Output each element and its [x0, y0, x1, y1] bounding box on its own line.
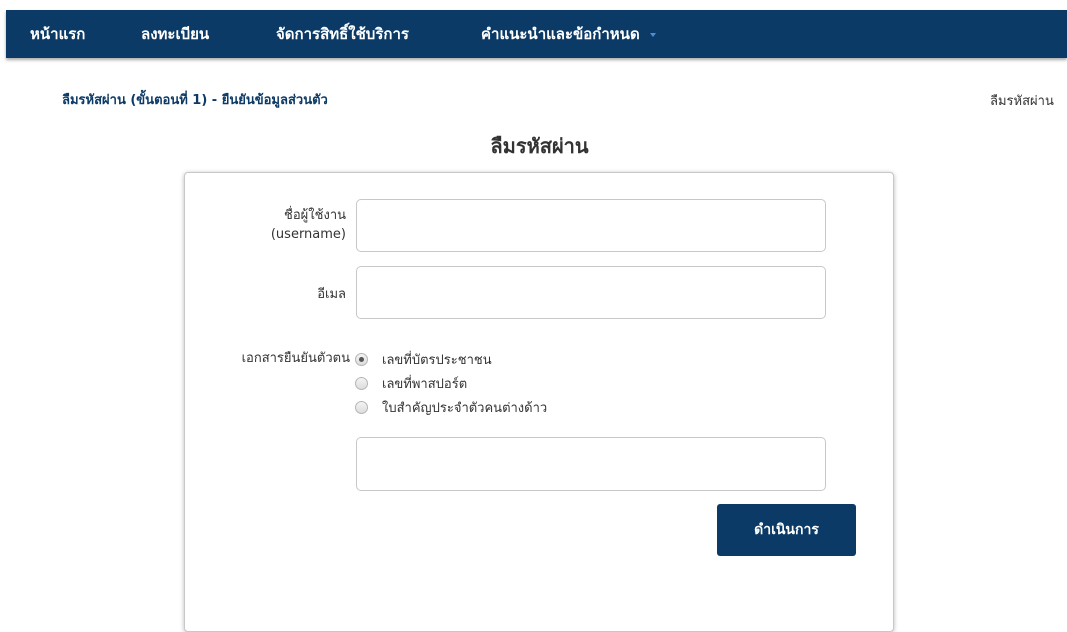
radio-button-checked[interactable]	[355, 353, 368, 366]
email-input[interactable]	[356, 266, 826, 319]
radio-option-label: ใบสำคัญประจำตัวคนต่างด้าว	[382, 401, 548, 416]
nav-item-home[interactable]: หน้าแรก	[30, 10, 85, 58]
nav-item-guide-terms-label: คำแนะนำและข้อกำหนด	[481, 25, 640, 43]
username-label-line2: (username)	[270, 227, 346, 242]
email-label: อีเมล	[317, 287, 346, 302]
breadcrumb-right: ลืมรหัสผ่าน	[990, 94, 1054, 109]
nav-item-register[interactable]: ลงทะเบียน	[141, 10, 209, 58]
breadcrumb: ลืมรหัสผ่าน (ขั้นตอนที่ 1) - ยืนยันข้อมู…	[62, 93, 328, 108]
username-input[interactable]	[356, 199, 826, 252]
id-number-input[interactable]	[356, 437, 826, 491]
username-label-line1: ชื่อผู้ใช้งาน	[284, 208, 346, 223]
nav-item-guide-terms[interactable]: คำแนะนำและข้อกำหนด	[481, 10, 656, 58]
page-title: ลืมรหัสผ่าน	[490, 134, 589, 158]
nav-item-manage-rights[interactable]: จัดการสิทธิ์ใช้บริการ	[276, 10, 409, 58]
username-label: ชื่อผู้ใช้งาน (username)	[200, 206, 346, 244]
chevron-down-icon	[649, 32, 656, 37]
radio-option-passport[interactable]: เลขที่พาสปอร์ต	[355, 373, 467, 394]
id-document-label: เอกสารยืนยันตัวตน	[241, 351, 350, 366]
radio-option-label: เลขที่บัตรประชาชน	[382, 353, 492, 368]
top-navbar: หน้าแรก ลงทะเบียน จัดการสิทธิ์ใช้บริการ …	[6, 10, 1067, 58]
radio-button[interactable]	[355, 377, 368, 390]
radio-option-label: เลขที่พาสปอร์ต	[382, 377, 468, 392]
radio-option-alien-card[interactable]: ใบสำคัญประจำตัวคนต่างด้าว	[355, 397, 547, 418]
radio-option-citizen-id[interactable]: เลขที่บัตรประชาชน	[355, 349, 492, 370]
radio-button[interactable]	[355, 401, 368, 414]
submit-button[interactable]: ดำเนินการ	[717, 504, 856, 556]
